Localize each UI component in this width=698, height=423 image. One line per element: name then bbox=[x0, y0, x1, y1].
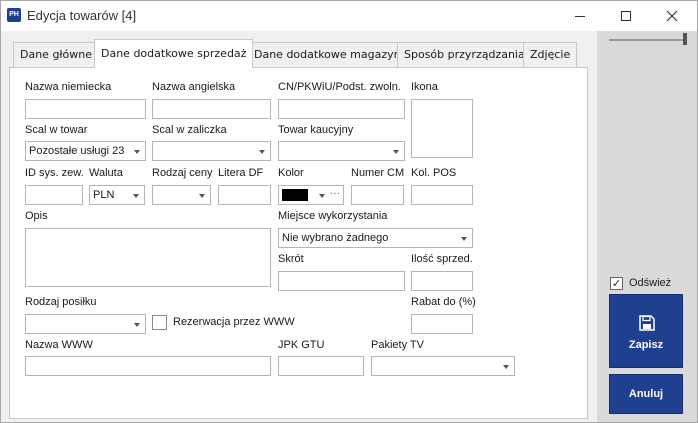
rodzaj-posilku-label: Rodzaj posiłku bbox=[25, 296, 97, 308]
opis-label: Opis bbox=[25, 210, 48, 222]
id-sys-zew-label: ID sys. zew. bbox=[25, 167, 84, 179]
numer-cm-label: Numer CM bbox=[351, 167, 405, 179]
action-sidebar: ✓ Odśwież Zapisz Anuluj bbox=[597, 31, 697, 422]
towar-kaucyjny-label: Towar kaucyjny bbox=[278, 124, 354, 136]
floppy-disk-icon bbox=[639, 315, 655, 331]
more-icon[interactable]: ··· bbox=[330, 186, 340, 202]
chevron-down-icon bbox=[503, 365, 509, 369]
refresh-label: Odśwież bbox=[629, 277, 672, 289]
rabat-do-label: Rabat do (%) bbox=[411, 296, 476, 308]
nazwa-www-input[interactable] bbox=[25, 356, 271, 376]
rezerwacja-label: Rezerwacja przez WWW bbox=[173, 316, 295, 328]
opis-textarea[interactable] bbox=[25, 228, 271, 287]
rodzaj-posilku-select[interactable] bbox=[25, 314, 146, 334]
rezerwacja-checkbox[interactable] bbox=[152, 315, 167, 330]
rodzaj-ceny-label: Rodzaj ceny bbox=[152, 167, 213, 179]
chevron-down-icon bbox=[319, 194, 325, 198]
chevron-down-icon bbox=[134, 150, 140, 154]
miejsce-wykorzystania-label: Miejsce wykorzystania bbox=[278, 210, 388, 222]
skrot-input[interactable] bbox=[278, 271, 405, 291]
ikona-image-box[interactable] bbox=[411, 99, 473, 158]
window-content: Dane główne Dane dodatkowe sprzedaż Dane… bbox=[1, 31, 697, 422]
app-logo-icon: PH bbox=[7, 8, 21, 22]
rodzaj-ceny-select[interactable] bbox=[152, 185, 211, 205]
tab-dane-dodatkowe-sprzedaz[interactable]: Dane dodatkowe sprzedaż bbox=[94, 39, 254, 68]
litera-df-label: Litera DF bbox=[218, 167, 264, 179]
edit-goods-window: PH Edycja towarów [4] Dane główne Dane d… bbox=[0, 0, 698, 423]
nazwa-www-label: Nazwa WWW bbox=[25, 339, 93, 351]
tab-sposob-przyrzadzania[interactable]: Sposób przyrządzania bbox=[397, 42, 532, 67]
kolor-picker[interactable]: ··· bbox=[278, 185, 344, 205]
scal-w-towar-label: Scal w towar bbox=[25, 124, 88, 136]
zoom-slider-track[interactable] bbox=[609, 39, 683, 41]
nazwa-angielska-label: Nazwa angielska bbox=[152, 81, 236, 93]
zoom-slider-thumb[interactable] bbox=[683, 33, 687, 45]
towar-kaucyjny-select[interactable] bbox=[278, 141, 405, 161]
chevron-down-icon bbox=[133, 194, 139, 198]
title-bar: PH Edycja towarów [4] bbox=[1, 1, 697, 31]
nazwa-angielska-input[interactable] bbox=[152, 99, 271, 119]
scal-w-towar-value: Pozostałe usługi 23 bbox=[29, 145, 125, 157]
minimize-button[interactable] bbox=[557, 1, 603, 31]
chevron-down-icon bbox=[461, 237, 467, 241]
cancel-button[interactable]: Anuluj bbox=[609, 374, 683, 414]
tab-dane-dodatkowe-magazyn[interactable]: Dane dodatkowe magazyn bbox=[247, 42, 408, 67]
pakiety-tv-label: Pakiety TV bbox=[371, 339, 424, 351]
maximize-icon bbox=[621, 11, 631, 21]
chevron-down-icon bbox=[259, 150, 265, 154]
save-button-label: Zapisz bbox=[628, 339, 664, 351]
litera-df-input[interactable] bbox=[218, 185, 271, 205]
numer-cm-input[interactable] bbox=[351, 185, 404, 205]
id-sys-zew-input[interactable] bbox=[25, 185, 83, 205]
chevron-down-icon bbox=[134, 323, 140, 327]
chevron-down-icon bbox=[199, 194, 205, 198]
waluta-value: PLN bbox=[93, 189, 115, 201]
scal-w-zaliczka-label: Scal w zaliczka bbox=[152, 124, 227, 136]
jpk-gtu-input[interactable] bbox=[278, 356, 364, 376]
close-button[interactable] bbox=[649, 1, 695, 31]
scal-w-towar-select[interactable]: Pozostałe usługi 23 bbox=[25, 141, 146, 161]
pakiety-tv-select[interactable] bbox=[371, 356, 515, 376]
miejsce-wykorzystania-select[interactable]: Nie wybrano żadnego bbox=[278, 228, 473, 248]
maximize-button[interactable] bbox=[603, 1, 649, 31]
save-button[interactable]: Zapisz bbox=[609, 294, 683, 368]
tab-dane-glowne[interactable]: Dane główne bbox=[13, 42, 100, 67]
nazwa-niemiecka-input[interactable] bbox=[25, 99, 146, 119]
chevron-down-icon bbox=[393, 150, 399, 154]
ilosc-sprzed-label: Ilość sprzed. bbox=[411, 253, 473, 265]
nazwa-niemiecka-label: Nazwa niemiecka bbox=[25, 81, 112, 93]
tab-zdjecie[interactable]: Zdjęcie bbox=[523, 42, 578, 67]
waluta-select[interactable]: PLN bbox=[89, 185, 145, 205]
cn-pkwiu-label: CN/PKWiU/Podst. zwoln. bbox=[278, 81, 401, 93]
miejsce-wykorzystania-value: Nie wybrano żadnego bbox=[282, 232, 389, 244]
kol-pos-input[interactable] bbox=[411, 185, 473, 205]
kolor-label: Kolor bbox=[278, 167, 304, 179]
ilosc-sprzed-input[interactable] bbox=[411, 271, 473, 291]
waluta-label: Waluta bbox=[89, 167, 123, 179]
skrot-label: Skrót bbox=[278, 253, 304, 265]
rabat-do-input[interactable] bbox=[411, 314, 473, 334]
color-swatch bbox=[282, 189, 308, 201]
refresh-checkbox[interactable]: ✓ bbox=[610, 277, 623, 290]
close-icon bbox=[666, 10, 678, 22]
jpk-gtu-label: JPK GTU bbox=[278, 339, 325, 351]
ikona-label: Ikona bbox=[411, 81, 438, 93]
cn-pkwiu-input[interactable] bbox=[278, 99, 405, 119]
minimize-icon bbox=[575, 15, 585, 17]
window-title: Edycja towarów [4] bbox=[27, 8, 137, 23]
tab-panel-sales: Nazwa niemiecka Nazwa angielska CN/PKWiU… bbox=[9, 67, 588, 419]
kol-pos-label: Kol. POS bbox=[411, 167, 457, 179]
scal-w-zaliczka-select[interactable] bbox=[152, 141, 271, 161]
